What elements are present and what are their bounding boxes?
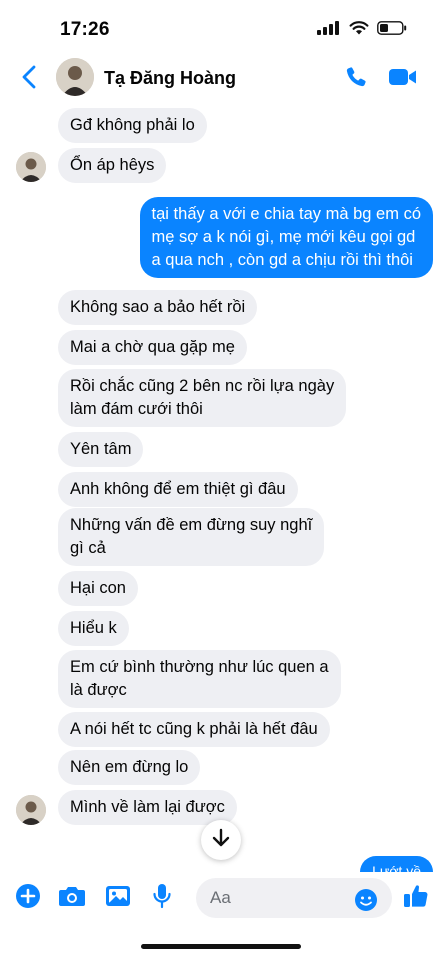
composer-bar [0, 872, 443, 924]
emoji-button[interactable] [354, 888, 378, 917]
voice-button[interactable] [148, 883, 176, 914]
message-bubble[interactable]: Gđ không phải lo [58, 108, 207, 143]
message-bubble[interactable]: Mình về làm lại được [58, 790, 237, 825]
message-bubble[interactable]: Em cứ bình thường như lúc quen a là được [58, 650, 341, 708]
sender-avatar[interactable] [16, 152, 46, 182]
contact-name[interactable]: Tạ Đăng Hoàng [104, 68, 236, 89]
message-bubble[interactable]: A nói hết tc cũng k phải là hết đâu [58, 712, 330, 747]
scroll-down-button[interactable] [201, 820, 241, 860]
camera-icon [58, 884, 86, 913]
message-bubble-outgoing[interactable]: tại thấy a với e chia tay mà bg em có mẹ… [139, 197, 433, 278]
message-bubble[interactable]: Ổn áp hêys [58, 148, 167, 183]
video-camera-icon [388, 69, 418, 93]
chevron-left-icon [22, 65, 36, 94]
contact-avatar[interactable] [56, 58, 94, 96]
thumbs-up-icon [403, 883, 429, 914]
image-icon [105, 884, 131, 913]
video-call-button[interactable] [388, 65, 418, 91]
home-indicator [141, 944, 301, 949]
signal-icon [317, 21, 341, 40]
message-bubble[interactable]: Anh không để em thiệt gì đâu [58, 472, 298, 507]
back-button[interactable] [16, 64, 42, 94]
sender-avatar[interactable] [16, 795, 46, 825]
status-bar: 17:26 [0, 0, 443, 56]
audio-call-button[interactable] [344, 65, 370, 91]
message-list[interactable]: Gđ không phải lo Ổn áp hêys tại thấy a v… [0, 108, 443, 874]
message-bubble[interactable]: Rồi chắc cũng 2 bên nc rồi lựa ngày làm … [58, 369, 347, 427]
add-button[interactable] [14, 883, 42, 914]
message-bubble[interactable]: Hiểu k [58, 611, 129, 646]
status-time: 17:26 [60, 19, 110, 40]
message-bubble[interactable]: Nên em đừng lo [58, 750, 201, 785]
message-bubble[interactable]: Mai a chờ qua gặp mẹ [58, 330, 247, 365]
camera-button[interactable] [58, 884, 86, 912]
status-icons [317, 21, 407, 40]
plus-circle-icon [15, 883, 41, 914]
phone-icon [344, 67, 368, 93]
message-bubble[interactable]: Hại con [58, 571, 138, 606]
message-bubble[interactable]: Yên tâm [58, 432, 144, 467]
gallery-button[interactable] [104, 884, 132, 912]
message-bubble[interactable]: Không sao a bảo hết rồi [58, 290, 258, 325]
arrow-down-icon [212, 828, 230, 853]
like-button[interactable] [402, 884, 430, 912]
wifi-icon [349, 21, 369, 40]
chat-header: Tạ Đăng Hoàng [0, 56, 443, 108]
microphone-icon [152, 883, 172, 914]
battery-icon [377, 21, 407, 40]
emoji-icon [354, 888, 378, 917]
message-bubble[interactable]: Những vấn đề em đừng suy nghĩ gì cả [58, 508, 325, 566]
